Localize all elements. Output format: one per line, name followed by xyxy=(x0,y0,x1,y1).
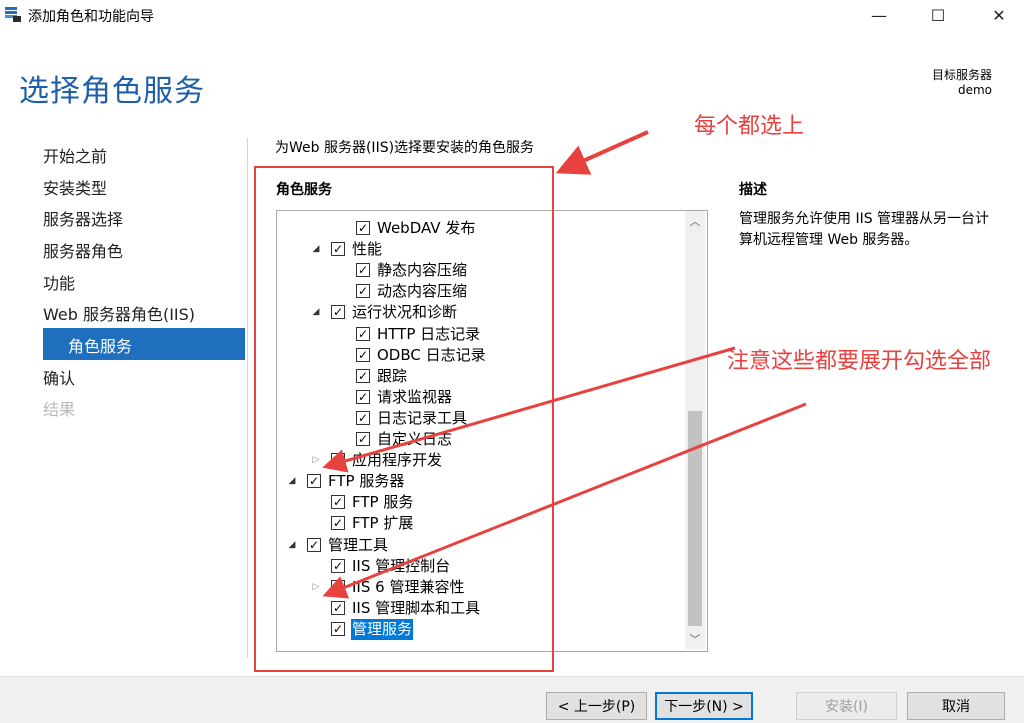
content-instruction: 为Web 服务器(IIS)选择要安装的角色服务 xyxy=(275,140,535,156)
close-button[interactable]: ✕ xyxy=(976,0,1022,30)
scroll-up-icon[interactable]: ︿ xyxy=(685,211,705,231)
cancel-button[interactable]: 取消 xyxy=(907,692,1005,720)
window-title: 添加角色和功能向导 xyxy=(28,9,154,25)
next-button[interactable]: 下一步(N) > xyxy=(655,692,753,720)
target-server-label: 目标服务器 xyxy=(931,68,992,82)
nav-item-7[interactable]: 角色服务 xyxy=(68,333,132,357)
nav-item-6[interactable]: Web 服务器角色(IIS) xyxy=(43,301,195,325)
previous-button[interactable]: < 上一步(P) xyxy=(546,692,647,720)
nav-divider xyxy=(247,138,248,658)
server-manager-icon xyxy=(5,7,21,22)
annotation-arrow-1 xyxy=(555,130,649,175)
annotation-note-1: 每个都选上 xyxy=(694,114,805,139)
description-text: 管理服务允许使用 IIS 管理器从另一台计算机远程管理 Web 服务器。 xyxy=(739,211,990,248)
scroll-down-icon[interactable]: ﹀ xyxy=(685,629,705,649)
nav-item-9: 结果 xyxy=(43,400,76,419)
description-heading: 描述 xyxy=(739,182,767,198)
target-server-name: demo xyxy=(957,83,992,97)
annotation-note-2: 注意这些都要展开勾选全部 xyxy=(727,349,992,374)
install-button: 安装(I) xyxy=(796,692,897,720)
minimize-button[interactable]: — xyxy=(856,0,902,30)
maximize-button[interactable]: ☐ xyxy=(915,0,961,30)
annotation-highlight-box xyxy=(254,166,554,672)
nav-item-5[interactable]: 功能 xyxy=(43,270,75,294)
title-bar: 添加角色和功能向导 — ☐ ✕ xyxy=(0,0,1024,30)
nav-item-1[interactable]: 开始之前 xyxy=(43,143,107,167)
wizard-footer: < 上一步(P) 下一步(N) > 安装(I) 取消 xyxy=(0,676,1024,723)
tree-scrollbar[interactable]: ︿ ﹀ xyxy=(685,211,705,649)
nav-item-8[interactable]: 确认 xyxy=(43,365,75,389)
nav-item-4[interactable]: 服务器角色 xyxy=(43,238,123,262)
page-title: 选择角色服务 xyxy=(19,74,205,109)
nav-item-3[interactable]: 服务器选择 xyxy=(43,206,123,230)
scroll-thumb[interactable] xyxy=(688,411,702,626)
nav-item-2[interactable]: 安装类型 xyxy=(43,175,107,199)
